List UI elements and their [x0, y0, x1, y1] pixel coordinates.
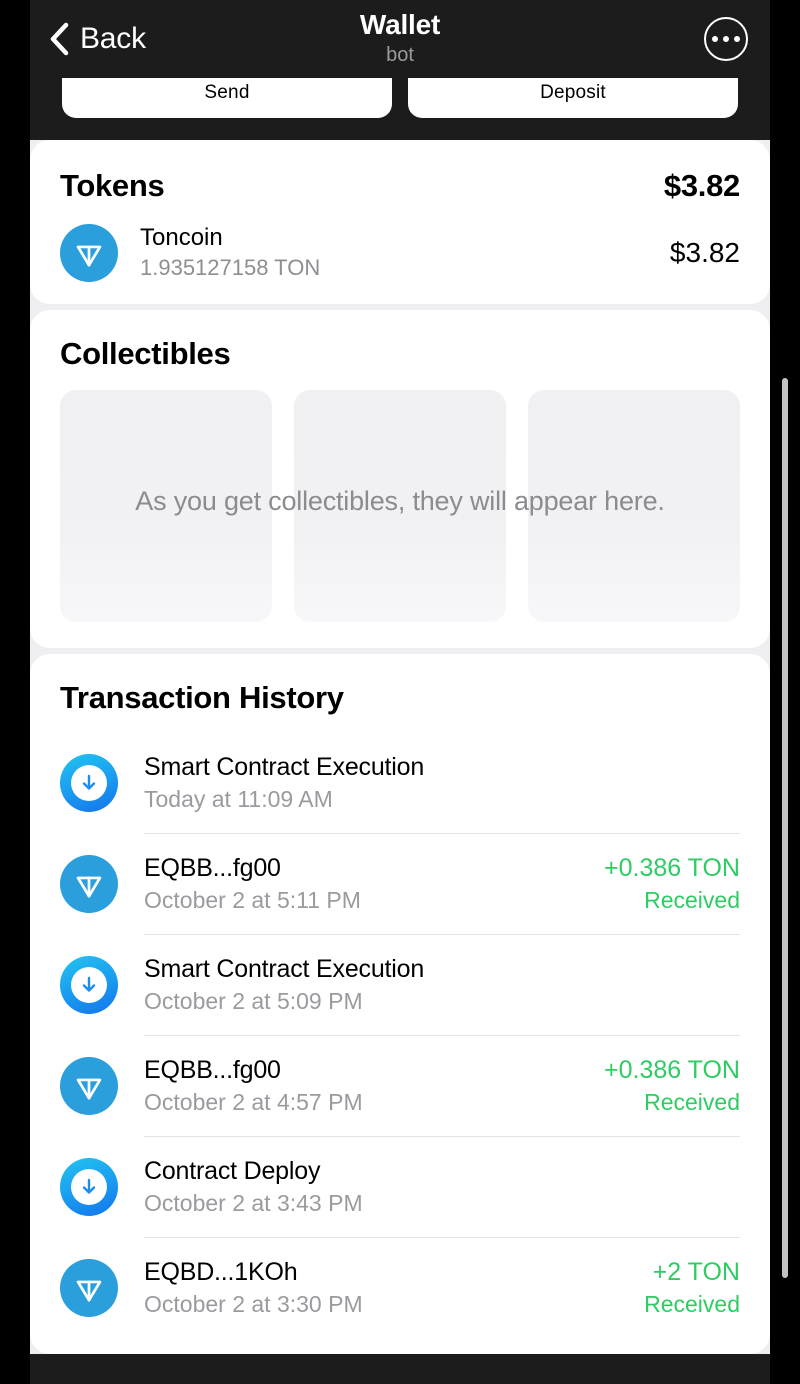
token-fiat-value: $3.82 — [669, 237, 740, 268]
transaction-date: October 2 at 5:09 PM — [144, 988, 363, 1015]
download-arrow-icon — [60, 955, 118, 1014]
collectibles-title: Collectibles — [60, 336, 231, 371]
scroll-area[interactable]: Send Deposit Tokens $3.82 Toncoin 1.9351… — [30, 0, 770, 1384]
transaction-date: October 2 at 4:57 PM — [144, 1089, 363, 1116]
transaction-title: EQBB...fg00 — [144, 854, 281, 883]
transaction-title: Smart Contract Execution — [144, 955, 425, 984]
transaction-title: Contract Deploy — [144, 1157, 321, 1186]
transaction-text: EQBD...1KOh October 2 at 3:30 PM — [144, 1257, 644, 1319]
transaction-list: Smart Contract Execution Today at 11:09 A… — [30, 732, 770, 1338]
transaction-title: Smart Contract Execution — [144, 752, 425, 781]
transaction-status: Received — [644, 887, 740, 914]
collectibles-card: Collectibles As you get collectibles, th… — [30, 310, 770, 648]
chevron-left-icon — [48, 22, 70, 56]
tokens-header: Tokens $3.82 — [60, 168, 740, 204]
collectibles-placeholders: As you get collectibles, they will appea… — [60, 390, 740, 622]
transaction-text: EQBB...fg00 October 2 at 4:57 PM — [144, 1055, 604, 1117]
token-meta: Toncoin 1.935127158 TON — [140, 224, 670, 282]
transaction-row[interactable]: EQBB...fg00 October 2 at 4:57 PM +0.386 TO… — [30, 1035, 770, 1136]
send-button[interactable]: Send — [62, 78, 392, 118]
ton-logo-icon — [60, 1258, 118, 1317]
ellipsis-circle-icon — [704, 17, 748, 61]
send-button-label: Send — [204, 82, 250, 103]
transaction-date: October 2 at 3:43 PM — [144, 1190, 363, 1217]
transaction-amount-block: +0.386 TON Received — [604, 1055, 740, 1117]
transaction-body: Contract Deploy October 2 at 3:43 PM — [144, 1136, 740, 1237]
menu-dot — [734, 36, 740, 42]
ton-logo-icon — [60, 224, 118, 282]
page-title: Wallet — [359, 9, 441, 41]
back-button-label: Back — [80, 22, 146, 55]
tokens-card: Tokens $3.82 Toncoin 1.935127158 TON $3.… — [30, 140, 770, 304]
transaction-body: Smart Contract Execution October 2 at 5:0… — [144, 934, 740, 1035]
menu-dot — [712, 36, 718, 42]
ton-logo-icon — [60, 854, 118, 913]
token-name: Toncoin — [140, 224, 223, 252]
transaction-date: October 2 at 5:11 PM — [144, 887, 361, 914]
cards-stack: Tokens $3.82 Toncoin 1.935127158 TON $3.… — [30, 140, 770, 1354]
transaction-amount: +0.386 TON — [604, 854, 740, 883]
ton-logo-icon — [60, 1056, 118, 1115]
transaction-amount-block: +0.386 TON Received — [604, 853, 740, 915]
tokens-title: Tokens — [60, 168, 165, 203]
transaction-status: Received — [644, 1089, 740, 1116]
transaction-text: Contract Deploy October 2 at 3:43 PM — [144, 1156, 740, 1218]
transaction-amount: +2 TON — [652, 1258, 740, 1287]
transaction-row[interactable]: Contract Deploy October 2 at 3:43 PM — [30, 1136, 770, 1237]
transaction-amount-block: +2 TON Received — [644, 1257, 740, 1319]
transaction-body: EQBD...1KOh October 2 at 3:30 PM +2 TON Rec… — [144, 1237, 740, 1338]
header-titles: Wallet bot — [230, 10, 570, 67]
transaction-status: Received — [644, 1291, 740, 1318]
vertical-scrollbar[interactable] — [782, 378, 788, 1278]
header-bar: Back Wallet bot — [30, 0, 770, 78]
transaction-text: Smart Contract Execution Today at 11:09 A… — [144, 752, 740, 814]
back-button[interactable]: Back — [30, 22, 230, 56]
transaction-title: EQBB...fg00 — [144, 1056, 281, 1085]
transaction-body: Smart Contract Execution Today at 11:09 A… — [144, 732, 740, 833]
download-arrow-icon — [60, 753, 118, 812]
phone-screen: Send Deposit Tokens $3.82 Toncoin 1.9351… — [0, 0, 800, 1384]
transaction-text: EQBB...fg00 October 2 at 5:11 PM — [144, 853, 604, 915]
menu-dot — [723, 36, 729, 42]
transaction-title: EQBD...1KOh — [144, 1258, 298, 1287]
tokens-total: $3.82 — [663, 168, 740, 203]
transaction-row[interactable]: EQBB...fg00 October 2 at 5:11 PM +0.386 TO… — [30, 833, 770, 934]
collectibles-empty-text: As you get collectibles, they will appea… — [135, 486, 665, 516]
deposit-button-label: Deposit — [540, 82, 606, 103]
transaction-date: Today at 11:09 AM — [144, 785, 333, 812]
download-arrow-icon — [60, 1157, 118, 1216]
transaction-row[interactable]: EQBD...1KOh October 2 at 3:30 PM +2 TON Rec… — [30, 1237, 770, 1338]
transaction-history-card: Transaction History Smart Contract Execu… — [30, 654, 770, 1354]
token-amount: 1.935127158 TON — [140, 255, 321, 281]
wallet-actions: Send Deposit — [30, 78, 770, 118]
transaction-body: EQBB...fg00 October 2 at 4:57 PM +0.386 TO… — [144, 1035, 740, 1136]
transaction-text: Smart Contract Execution October 2 at 5:0… — [144, 954, 740, 1016]
token-row[interactable]: Toncoin 1.935127158 TON $3.82 — [60, 224, 740, 282]
transaction-row[interactable]: Smart Contract Execution Today at 11:09 A… — [30, 732, 770, 833]
transaction-amount: +0.386 TON — [604, 1056, 740, 1085]
transaction-history-title: Transaction History — [60, 680, 344, 715]
deposit-button[interactable]: Deposit — [408, 78, 738, 118]
menu-button[interactable] — [570, 17, 770, 61]
transaction-body: EQBB...fg00 October 2 at 5:11 PM +0.386 TO… — [144, 833, 740, 934]
transaction-row[interactable]: Smart Contract Execution October 2 at 5:0… — [30, 934, 770, 1035]
page-subtitle: bot — [386, 43, 414, 66]
transaction-date: October 2 at 3:30 PM — [144, 1291, 363, 1318]
